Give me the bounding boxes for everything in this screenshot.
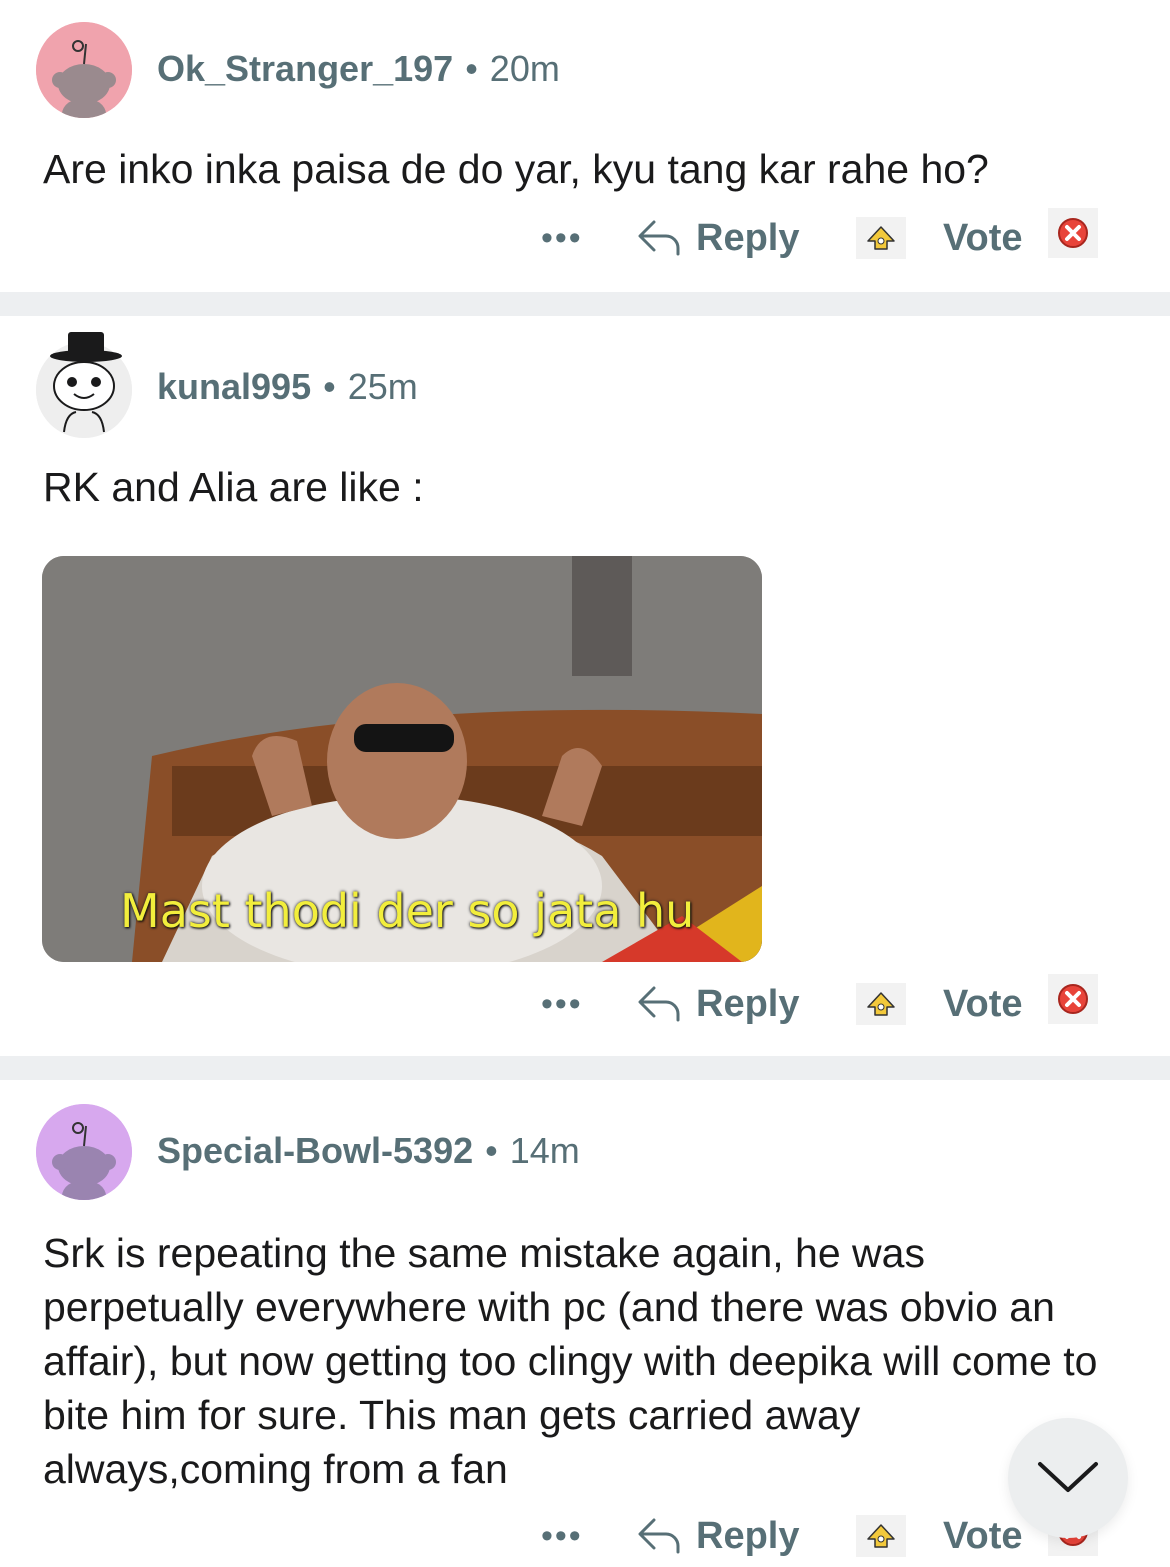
gif-caption: Mast thodi der so jata hu — [120, 884, 695, 938]
upvote-button[interactable] — [856, 217, 906, 259]
separator-dot: • — [485, 1130, 498, 1171]
reply-arrow-icon — [638, 220, 680, 256]
scroll-down-button[interactable] — [1008, 1418, 1128, 1538]
avatar[interactable] — [36, 22, 132, 118]
comment-body: Are inko inka paisa de do yar, kyu tang … — [43, 146, 989, 192]
separator-dot: • — [323, 366, 336, 407]
upvote-button[interactable] — [856, 1515, 906, 1557]
comment-3: Special-Bowl-5392 • 14m Srk is repeating t… — [0, 1080, 1170, 1567]
upvote-button[interactable] — [856, 983, 906, 1025]
downvote-button[interactable] — [1048, 208, 1098, 258]
reply-label: Reply — [696, 982, 800, 1025]
snoo-hat-avatar-icon — [36, 332, 132, 434]
snoo-avatar-icon — [36, 22, 132, 118]
vote-label: Vote — [943, 1515, 1023, 1557]
comment-actions: ••• Reply Vote — [0, 208, 1170, 268]
comment-body: Srk is repeating the same mistake again,… — [43, 1230, 1098, 1492]
comment-meta: kunal995 • 25m — [157, 366, 418, 408]
reply-button[interactable]: Reply — [636, 974, 799, 1034]
separator-dot: • — [465, 48, 478, 89]
more-options-button[interactable]: ••• — [541, 974, 583, 1034]
gif-attachment[interactable]: Mast thodi der so jata hu — [42, 556, 762, 962]
comment-meta: Special-Bowl-5392 • 14m — [157, 1130, 580, 1172]
comment-body: RK and Alia are like : — [43, 464, 424, 510]
username[interactable]: Special-Bowl-5392 — [157, 1130, 473, 1171]
username[interactable]: Ok_Stranger_197 — [157, 48, 453, 89]
snoo-avatar-icon — [36, 1104, 132, 1200]
downvote-x-icon — [1058, 218, 1088, 248]
timestamp: 20m — [489, 48, 560, 89]
comment-actions: ••• Reply Vote — [0, 1506, 1170, 1566]
comment-1: Ok_Stranger_197 • 20m Are inko inka paisa … — [0, 0, 1170, 292]
comment-actions: ••• Reply Vote — [0, 974, 1170, 1034]
reply-button[interactable]: Reply — [636, 1506, 799, 1566]
more-options-button[interactable]: ••• — [541, 1506, 583, 1566]
downvote-x-icon — [1058, 984, 1088, 1014]
username[interactable]: kunal995 — [157, 366, 311, 407]
reply-arrow-icon — [638, 986, 680, 1022]
vote-label: Vote — [943, 217, 1023, 259]
downvote-button[interactable] — [1048, 974, 1098, 1024]
comment-divider — [0, 1056, 1170, 1080]
comment-divider — [0, 292, 1170, 316]
reply-label: Reply — [696, 1514, 800, 1557]
timestamp: 25m — [347, 366, 418, 407]
reply-button[interactable]: Reply — [636, 208, 799, 268]
reply-label: Reply — [696, 216, 800, 259]
upvote-award-icon — [867, 226, 895, 250]
upvote-award-icon — [867, 1524, 895, 1548]
reply-arrow-icon — [638, 1518, 680, 1554]
more-options-button[interactable]: ••• — [541, 208, 583, 268]
timestamp: 14m — [509, 1130, 580, 1171]
upvote-award-icon — [867, 992, 895, 1016]
vote-label: Vote — [943, 983, 1023, 1025]
avatar[interactable] — [36, 1104, 132, 1200]
chevron-down-icon — [1038, 1462, 1098, 1492]
avatar[interactable] — [36, 332, 132, 438]
comment-meta: Ok_Stranger_197 • 20m — [157, 48, 560, 90]
